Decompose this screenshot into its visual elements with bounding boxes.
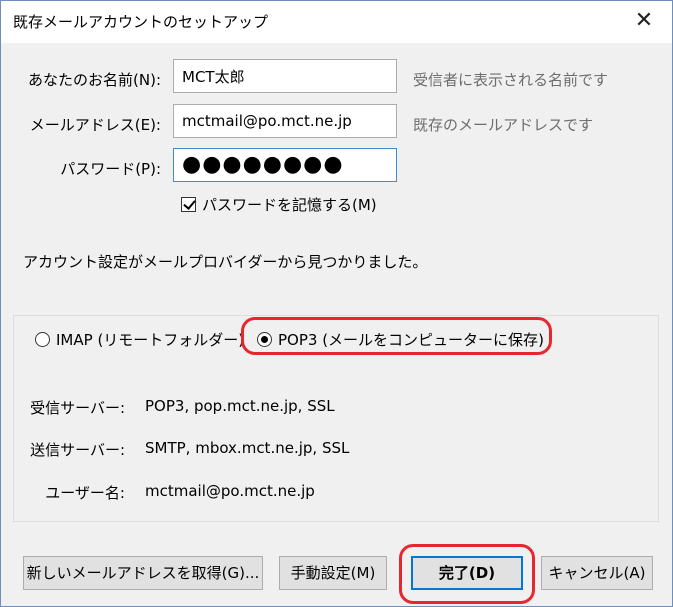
outgoing-server-label: 送信サーバー: <box>30 441 125 459</box>
title-bar: 既存メールアカウントのセットアップ ✕ <box>1 1 672 43</box>
checkbox-checked-icon[interactable] <box>181 197 196 212</box>
email-input[interactable] <box>173 104 397 138</box>
cancel-button[interactable]: キャンセル(A) <box>541 556 653 590</box>
username-value: mctmail@po.mct.ne.jp <box>145 482 315 500</box>
imap-radio[interactable]: IMAP (リモートフォルダー) <box>35 329 244 350</box>
config-found-message: アカウント設定がメールプロバイダーから見つかりました。 <box>23 253 428 271</box>
done-button[interactable]: 完了(D) <box>411 556 523 590</box>
pop3-radio-label: POP3 (メールをコンピューターに保存) <box>278 331 544 349</box>
email-label: メールアドレス(E): <box>29 116 161 134</box>
account-setup-dialog: 既存メールアカウントのセットアップ ✕ あなたのお名前(N): 受信者に表示され… <box>0 0 673 607</box>
imap-radio-label: IMAP (リモートフォルダー) <box>56 331 245 349</box>
remember-password-checkbox[interactable]: パスワードを記憶する(M) <box>181 194 377 215</box>
incoming-server-value: POP3, pop.mct.ne.jp, SSL <box>145 397 335 415</box>
radio-checked-icon[interactable] <box>257 332 272 347</box>
close-icon[interactable]: ✕ <box>630 7 658 35</box>
radio-unchecked-icon[interactable] <box>35 332 50 347</box>
get-new-address-button[interactable]: 新しいメールアドレスを取得(G)... <box>23 556 263 590</box>
dialog-title: 既存メールアカウントのセットアップ <box>13 13 269 31</box>
outgoing-server-value: SMTP, mbox.mct.ne.jp, SSL <box>145 439 350 457</box>
name-input[interactable] <box>173 59 397 93</box>
password-input[interactable]: ●●●●●●●● <box>173 148 397 182</box>
incoming-server-label: 受信サーバー: <box>30 399 125 417</box>
pop3-radio[interactable]: POP3 (メールをコンピューターに保存) <box>257 329 544 350</box>
email-hint: 既存のメールアドレスです <box>413 116 594 134</box>
username-label: ユーザー名: <box>45 484 125 502</box>
name-hint: 受信者に表示される名前です <box>413 71 609 89</box>
remember-password-label: パスワードを記憶する(M) <box>202 196 377 214</box>
name-label: あなたのお名前(N): <box>28 71 161 89</box>
password-label: パスワード(P): <box>60 160 161 178</box>
manual-config-button[interactable]: 手動設定(M) <box>279 556 387 590</box>
